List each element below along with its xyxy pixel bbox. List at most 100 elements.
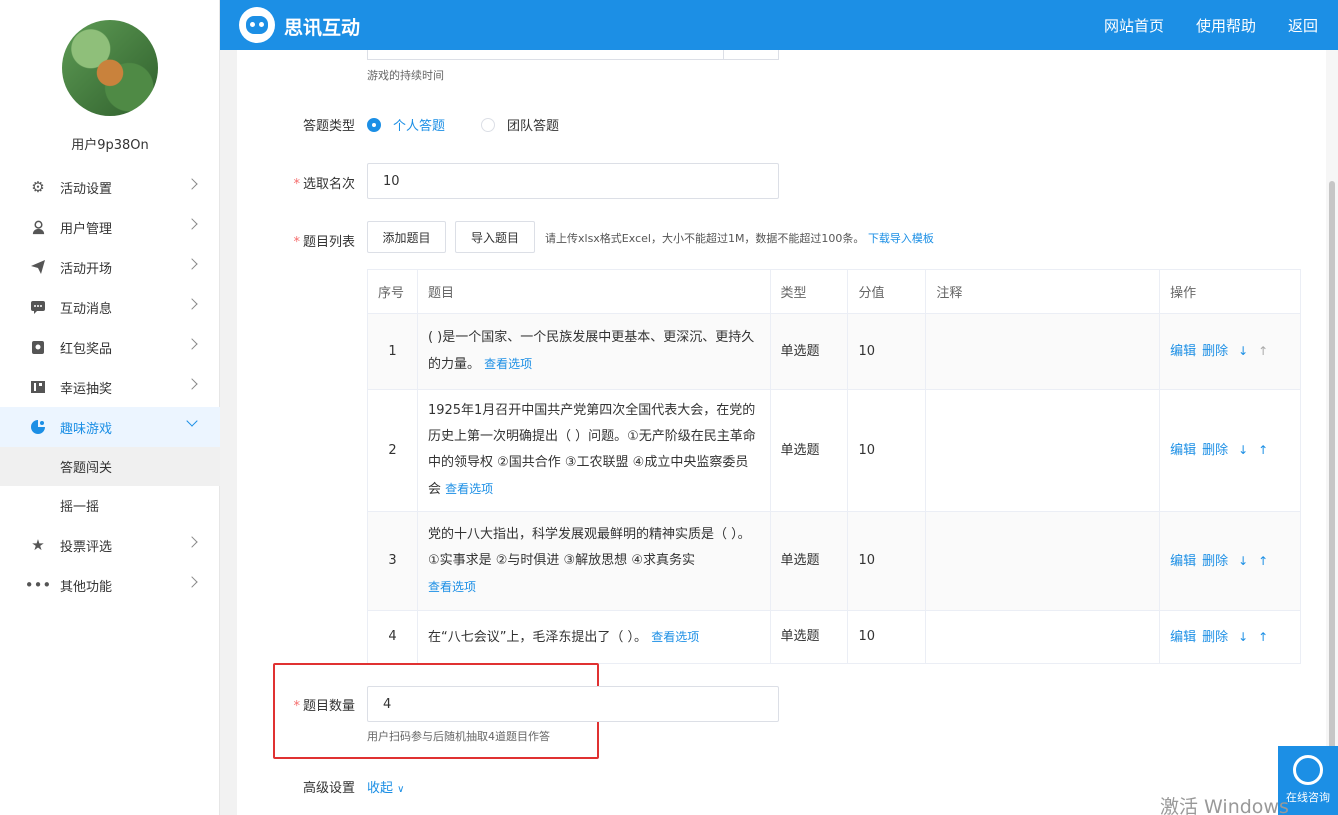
edit-link[interactable]: 编辑 (1170, 554, 1196, 569)
import-question-button[interactable]: 导入题目 (455, 221, 535, 253)
view-options-link[interactable]: 查看选项 (445, 482, 493, 496)
question-list-label: * 题目列表 (293, 235, 355, 250)
sidebar-item-other[interactable]: ••• 其他功能 (0, 565, 220, 605)
question-count-label: * 题目数量 (293, 699, 355, 714)
sidebar-item-label: 互动消息 (60, 301, 113, 317)
advanced-label: 高级设置 (302, 781, 355, 796)
edit-link[interactable]: 编辑 (1170, 443, 1196, 458)
radio-dot (481, 117, 495, 132)
radio-team[interactable]: 团队答题 (481, 115, 559, 134)
ops-cell: 编辑 删除 ↓ ↑ (1159, 511, 1301, 611)
sidebar-item-activity-opening[interactable]: 活动开场 (0, 247, 220, 287)
radio-label: 个人答题 (393, 119, 446, 134)
move-down-icon[interactable]: ↓ (1238, 443, 1248, 457)
view-options-link[interactable]: 查看选项 (484, 357, 532, 371)
chevron-right-icon (186, 338, 198, 350)
collapse-toggle[interactable]: 收起 ∨ (367, 777, 404, 796)
move-up-icon[interactable]: ↑ (1258, 344, 1268, 358)
rank-input[interactable] (367, 163, 779, 199)
sidebar-menu: ⚙ 活动设置 用户管理 活动开场 互动消息 红包奖品 幸运抽奖 趣味游戏 答题闯… (0, 167, 220, 605)
avatar[interactable] (62, 20, 158, 116)
delete-link[interactable]: 删除 (1202, 443, 1228, 458)
sidebar-item-fun-games[interactable]: 趣味游戏 (0, 407, 220, 447)
sidebar-item-messages[interactable]: 互动消息 (0, 287, 220, 327)
nav-back-link[interactable]: 返回 (1288, 15, 1318, 36)
sidebar-item-lottery[interactable]: 幸运抽奖 (0, 367, 220, 407)
sidebar-item-label: 活动开场 (60, 261, 113, 277)
score-cell: 10 (847, 610, 927, 664)
delete-link[interactable]: 删除 (1202, 554, 1228, 569)
col-header: 分值 (847, 269, 927, 314)
sidebar-item-label: 用户管理 (60, 221, 113, 237)
sidebar-item-label: 投票评选 (60, 539, 113, 555)
edit-link[interactable]: 编辑 (1170, 630, 1196, 645)
chevron-down-icon: ∨ (397, 784, 405, 795)
question-count-input[interactable] (367, 686, 779, 722)
delete-link[interactable]: 删除 (1202, 344, 1228, 359)
move-down-icon[interactable]: ↓ (1238, 344, 1248, 358)
move-down-icon[interactable]: ↓ (1238, 630, 1248, 644)
table-header-row: 序号 题目 类型 分值 注释 操作 (367, 269, 1301, 314)
row-number: 1 (367, 313, 418, 390)
ops-cell: 编辑 删除 ↓ ↑ (1159, 610, 1301, 664)
view-options-link[interactable]: 查看选项 (651, 630, 699, 644)
question-cell: 党的十八大指出，科学发展观最鲜明的精神实质是（ ）。①实事求是 ②与时俱进 ③解… (416, 511, 771, 611)
scroll-thumb[interactable] (1329, 181, 1335, 751)
answer-type-label: 答题类型 (302, 119, 355, 134)
col-header: 注释 (925, 269, 1161, 314)
top-nav: 网站首页 使用帮助 返回 (1104, 0, 1338, 50)
question-count-hint: 用户扫码参与后随机抽取4道题目作答 (367, 730, 550, 743)
send-icon (29, 258, 47, 276)
collapse-label: 收起 (367, 781, 394, 796)
table-row: 4 在“八七会议”上，毛泽东提出了（ ）。 查看选项 单选题 10 编辑 删除 ↓ ↑ (367, 610, 1301, 664)
note-cell (925, 511, 1161, 611)
sidebar-subitem-quiz[interactable]: 答题闯关 (0, 447, 220, 486)
col-header: 操作 (1159, 269, 1301, 314)
sidebar-item-label: 其他功能 (60, 579, 113, 595)
view-options-link[interactable]: 查看选项 (428, 580, 476, 594)
sidebar-item-user-management[interactable]: 用户管理 (0, 207, 220, 247)
table-row: 3 党的十八大指出，科学发展观最鲜明的精神实质是（ ）。①实事求是 ②与时俱进 … (367, 511, 1301, 611)
type-cell: 单选题 (769, 389, 849, 512)
note-cell (925, 610, 1161, 664)
row-number: 2 (367, 389, 418, 512)
user-icon (29, 218, 47, 236)
question-cell: ( )是一个国家、一个民族发展中更基本、更深沉、更持久的力量。 查看选项 (416, 313, 771, 390)
note-cell (925, 389, 1161, 512)
sidebar-item-activity-settings[interactable]: ⚙ 活动设置 (0, 167, 220, 207)
download-template-link[interactable]: 下载导入模板 (868, 232, 934, 245)
brand-name: 思讯互动 (284, 17, 361, 39)
nav-home-link[interactable]: 网站首页 (1104, 15, 1164, 36)
note-cell (925, 313, 1161, 390)
add-question-button[interactable]: 添加题目 (367, 221, 446, 253)
move-up-icon[interactable]: ↑ (1258, 554, 1268, 568)
sidebar-subitem-shake[interactable]: 摇一摇 (0, 486, 220, 525)
question-text: 在“八七会议”上，毛泽东提出了（ ）。 (427, 629, 648, 645)
row-number: 4 (367, 610, 418, 664)
sidebar-item-voting[interactable]: ★ 投票评选 (0, 525, 220, 565)
chevron-right-icon (186, 536, 198, 548)
top-header: 思讯互动 网站首页 使用帮助 返回 (220, 0, 1338, 50)
radio-individual[interactable]: 个人答题 (367, 115, 445, 134)
radio-dot (367, 117, 381, 132)
scrollbar[interactable] (1326, 50, 1338, 815)
table-row: 1 ( )是一个国家、一个民族发展中更基本、更深沉、更持久的力量。 查看选项 单… (367, 313, 1301, 390)
col-header: 序号 (367, 269, 418, 314)
col-header: 题目 (416, 269, 771, 314)
move-up-icon[interactable]: ↑ (1258, 630, 1268, 644)
delete-link[interactable]: 删除 (1202, 630, 1228, 645)
sidebar-item-red-packet[interactable]: 红包奖品 (0, 327, 220, 367)
chevron-right-icon (186, 178, 198, 190)
activation-watermark: 激活 Windows (1160, 796, 1289, 815)
move-down-icon[interactable]: ↓ (1238, 554, 1248, 568)
lottery-icon (29, 378, 47, 396)
question-table: 序号 题目 类型 分值 注释 操作 1 ( )是一个国家、一个民族发展中更基本、… (367, 269, 1301, 664)
type-cell: 单选题 (769, 313, 849, 390)
nav-help-link[interactable]: 使用帮助 (1196, 15, 1256, 36)
edit-link[interactable]: 编辑 (1170, 344, 1196, 359)
duration-input[interactable] (367, 50, 779, 60)
move-up-icon[interactable]: ↑ (1258, 443, 1268, 457)
chevron-right-icon (186, 378, 198, 390)
ops-cell: 编辑 删除 ↓ ↑ (1159, 389, 1301, 512)
chat-icon (29, 298, 47, 316)
